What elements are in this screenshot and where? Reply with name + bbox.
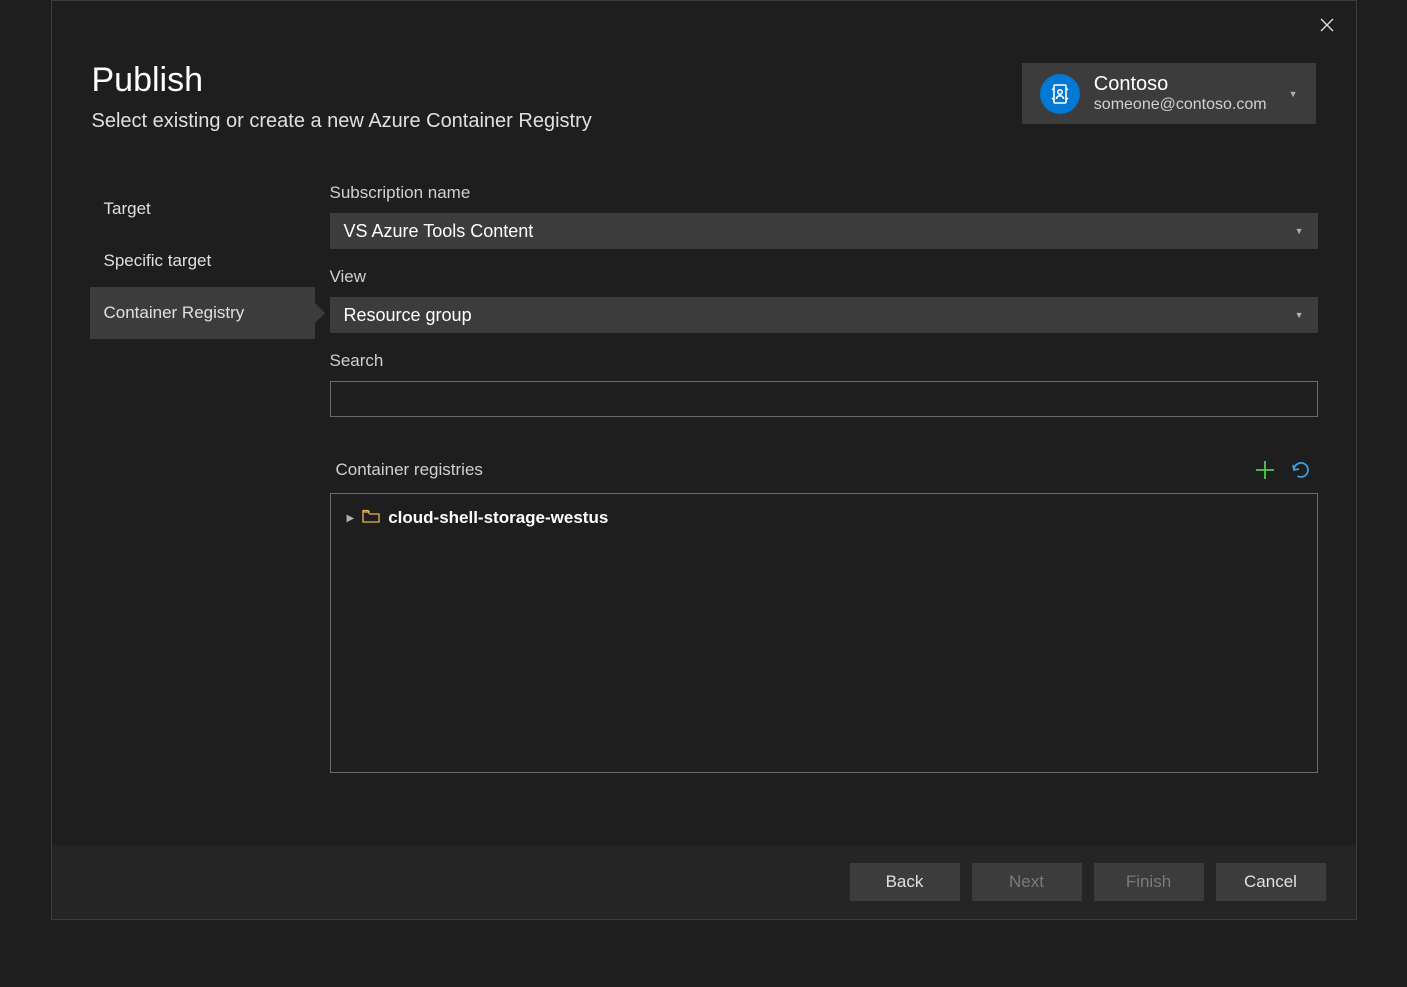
subscription-field-group: Subscription name VS Azure Tools Content…	[330, 183, 1318, 249]
search-label: Search	[330, 351, 1318, 371]
refresh-icon[interactable]	[1290, 459, 1312, 481]
sidebar: Target Specific target Container Registr…	[90, 183, 315, 773]
finish-button: Finish	[1094, 863, 1204, 901]
chevron-right-icon: ▶	[347, 513, 355, 524]
subscription-select[interactable]: VS Azure Tools Content ▼	[330, 213, 1318, 249]
chevron-down-icon: ▼	[1295, 310, 1304, 320]
registries-header: Container registries	[330, 459, 1318, 481]
account-selector[interactable]: Contoso someone@contoso.com ▼	[1022, 63, 1316, 124]
account-text: Contoso someone@contoso.com	[1094, 73, 1267, 114]
chevron-down-icon: ▼	[1295, 226, 1304, 236]
view-value: Resource group	[344, 305, 472, 326]
close-icon	[1320, 18, 1334, 32]
view-select[interactable]: Resource group ▼	[330, 297, 1318, 333]
registries-tree[interactable]: ▶ cloud-shell-storage-westus	[330, 493, 1318, 773]
search-field-group: Search	[330, 351, 1318, 417]
close-button[interactable]	[1313, 11, 1341, 39]
cancel-button[interactable]: Cancel	[1216, 863, 1326, 901]
sidebar-item-container-registry[interactable]: Container Registry	[90, 287, 315, 339]
publish-dialog: Publish Select existing or create a new …	[51, 0, 1357, 920]
registries-label: Container registries	[336, 460, 483, 480]
sidebar-item-target[interactable]: Target	[90, 183, 315, 235]
tree-item-label: cloud-shell-storage-westus	[388, 508, 608, 528]
tree-item[interactable]: ▶ cloud-shell-storage-westus	[347, 506, 1301, 530]
next-button: Next	[972, 863, 1082, 901]
footer: Back Next Finish Cancel	[52, 845, 1356, 919]
body: Target Specific target Container Registr…	[52, 143, 1356, 773]
search-input[interactable]	[330, 381, 1318, 417]
folder-icon	[362, 508, 380, 528]
sidebar-item-label: Container Registry	[104, 303, 245, 322]
account-name: Contoso	[1094, 73, 1267, 96]
view-field-group: View Resource group ▼	[330, 267, 1318, 333]
sidebar-item-label: Specific target	[104, 251, 212, 270]
account-email: someone@contoso.com	[1094, 96, 1267, 114]
chevron-down-icon: ▼	[1289, 89, 1298, 99]
registries-actions	[1254, 459, 1312, 481]
account-badge-icon	[1040, 74, 1080, 114]
main-panel: Subscription name VS Azure Tools Content…	[315, 183, 1318, 773]
add-icon[interactable]	[1254, 459, 1276, 481]
sidebar-item-specific-target[interactable]: Specific target	[90, 235, 315, 287]
sidebar-item-label: Target	[104, 199, 151, 218]
subscription-label: Subscription name	[330, 183, 1318, 203]
back-button[interactable]: Back	[850, 863, 960, 901]
subscription-value: VS Azure Tools Content	[344, 221, 534, 242]
view-label: View	[330, 267, 1318, 287]
